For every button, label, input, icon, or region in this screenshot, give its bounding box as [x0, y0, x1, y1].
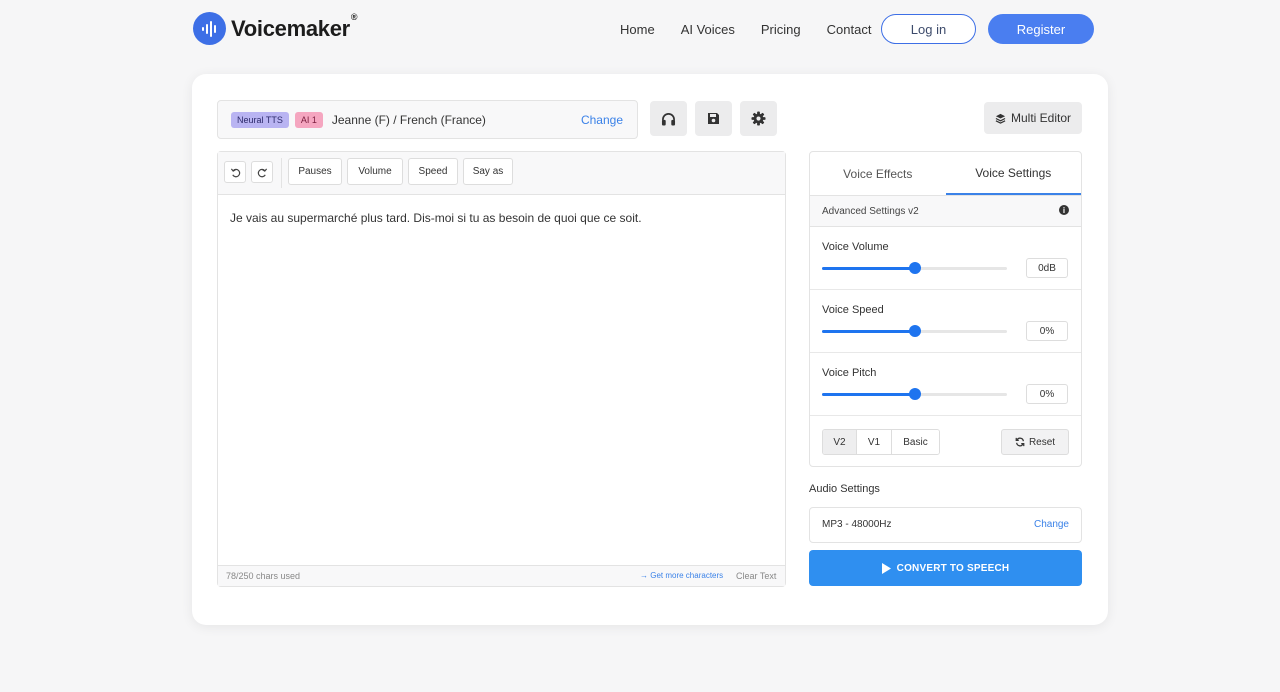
- clear-text-link[interactable]: Clear Text: [736, 571, 776, 581]
- listen-button[interactable]: [650, 101, 687, 136]
- undo-button[interactable]: [224, 161, 246, 183]
- version-toggle-group: V2 V1 Basic: [822, 429, 940, 455]
- settings-tabs: Voice Effects Voice Settings: [810, 152, 1081, 196]
- refresh-icon: [1015, 437, 1025, 447]
- voice-speed-row: Voice Speed 0%: [810, 290, 1081, 353]
- slider-thumb[interactable]: [908, 325, 921, 337]
- voice-pitch-slider[interactable]: [822, 388, 1007, 400]
- voice-volume-slider[interactable]: [822, 262, 1007, 274]
- voice-speed-slider[interactable]: [822, 325, 1007, 337]
- slider-fill: [822, 267, 915, 270]
- play-icon: [881, 562, 891, 574]
- say-as-button[interactable]: Say as: [463, 158, 513, 185]
- tab-voice-settings[interactable]: Voice Settings: [945, 152, 1081, 195]
- arrow-right-icon: →: [640, 571, 648, 580]
- nav-pricing[interactable]: Pricing: [761, 22, 801, 37]
- slider-fill: [822, 393, 915, 396]
- multi-editor-label: Multi Editor: [1010, 111, 1072, 125]
- voice-speed-label: Voice Speed: [822, 304, 884, 316]
- save-icon: [708, 113, 719, 124]
- slider-thumb[interactable]: [908, 262, 921, 274]
- voice-volume-label: Voice Volume: [822, 241, 889, 253]
- editor-footer: 78/250 chars used → Get more characters …: [218, 565, 785, 586]
- voice-pitch-label: Voice Pitch: [822, 367, 877, 379]
- layers-icon: [995, 113, 1006, 124]
- chars-used-counter: 78/250 chars used: [226, 571, 301, 581]
- voice-pitch-value[interactable]: 0%: [1026, 384, 1068, 404]
- convert-label: CONVERT TO SPEECH: [896, 562, 1010, 574]
- editor-textarea[interactable]: Je vais au supermarché plus tard. Dis-mo…: [230, 211, 642, 225]
- voice-settings-panel: Voice Effects Voice Settings Advanced Se…: [809, 151, 1082, 467]
- version-row: V2 V1 Basic Reset: [810, 416, 1081, 466]
- voice-volume-row: Voice Volume 0dB: [810, 227, 1081, 290]
- soundwave-logo-icon: [193, 12, 226, 45]
- voice-pitch-row: Voice Pitch 0%: [810, 353, 1081, 416]
- audio-format-box: MP3 - 48000Hz Change: [809, 507, 1082, 543]
- advanced-settings-label: Advanced Settings v2: [822, 206, 919, 217]
- audio-settings-title: Audio Settings: [809, 483, 880, 495]
- editor-toolbar: Pauses Volume Speed Say as: [218, 152, 785, 195]
- convert-to-speech-button[interactable]: CONVERT TO SPEECH: [809, 550, 1082, 586]
- nav-ai-voices[interactable]: AI Voices: [681, 22, 735, 37]
- voice-volume-value[interactable]: 0dB: [1026, 258, 1068, 278]
- save-button[interactable]: [695, 101, 732, 136]
- voice-speed-value[interactable]: 0%: [1026, 321, 1068, 341]
- advanced-settings-header: Advanced Settings v2 i: [810, 196, 1081, 227]
- toolbar-divider: [281, 158, 282, 188]
- slider-thumb[interactable]: [908, 388, 921, 400]
- audio-format-value: MP3 - 48000Hz: [822, 519, 892, 530]
- pauses-button[interactable]: Pauses: [288, 158, 342, 185]
- version-v2-button[interactable]: V2: [823, 430, 857, 454]
- nav-contact[interactable]: Contact: [827, 22, 872, 37]
- neural-tts-badge: Neural TTS: [231, 111, 289, 128]
- audio-change-link[interactable]: Change: [1034, 519, 1069, 530]
- tab-voice-effects[interactable]: Voice Effects: [810, 152, 946, 195]
- voice-name: Jeanne (F) / French (France): [331, 112, 486, 127]
- text-editor: Pauses Volume Speed Say as Je vais au su…: [217, 151, 786, 587]
- multi-editor-button[interactable]: Multi Editor: [984, 102, 1082, 134]
- version-v1-button[interactable]: V1: [857, 430, 892, 454]
- ai-version-badge: AI 1: [294, 111, 323, 128]
- voice-selector[interactable]: Neural TTS AI 1 Jeanne (F) / French (Fra…: [217, 100, 638, 139]
- redo-button[interactable]: [251, 161, 273, 183]
- voice-change-link[interactable]: Change: [581, 113, 623, 127]
- tts-card: Neural TTS AI 1 Jeanne (F) / French (Fra…: [192, 74, 1108, 625]
- info-icon[interactable]: i: [1059, 205, 1069, 215]
- reset-label: Reset: [1028, 436, 1056, 448]
- settings-button[interactable]: [740, 101, 777, 136]
- gear-icon: [751, 111, 766, 126]
- redo-icon: [257, 167, 267, 177]
- version-basic-button[interactable]: Basic: [892, 430, 939, 454]
- speed-button[interactable]: Speed: [408, 158, 458, 185]
- reset-button[interactable]: Reset: [1001, 429, 1069, 455]
- brand-name: Voicemaker®: [231, 11, 358, 41]
- register-button[interactable]: Register: [988, 14, 1094, 44]
- undo-icon: [230, 167, 240, 177]
- login-button[interactable]: Log in: [881, 14, 976, 44]
- nav-home[interactable]: Home: [620, 22, 655, 37]
- main-nav: Home AI Voices Pricing Contact: [620, 14, 897, 44]
- get-more-characters-link[interactable]: → Get more characters: [640, 571, 723, 580]
- headphones-icon: [661, 112, 676, 126]
- volume-button[interactable]: Volume: [347, 158, 403, 185]
- brand-logo[interactable]: Voicemaker®: [193, 11, 358, 45]
- slider-fill: [822, 330, 915, 333]
